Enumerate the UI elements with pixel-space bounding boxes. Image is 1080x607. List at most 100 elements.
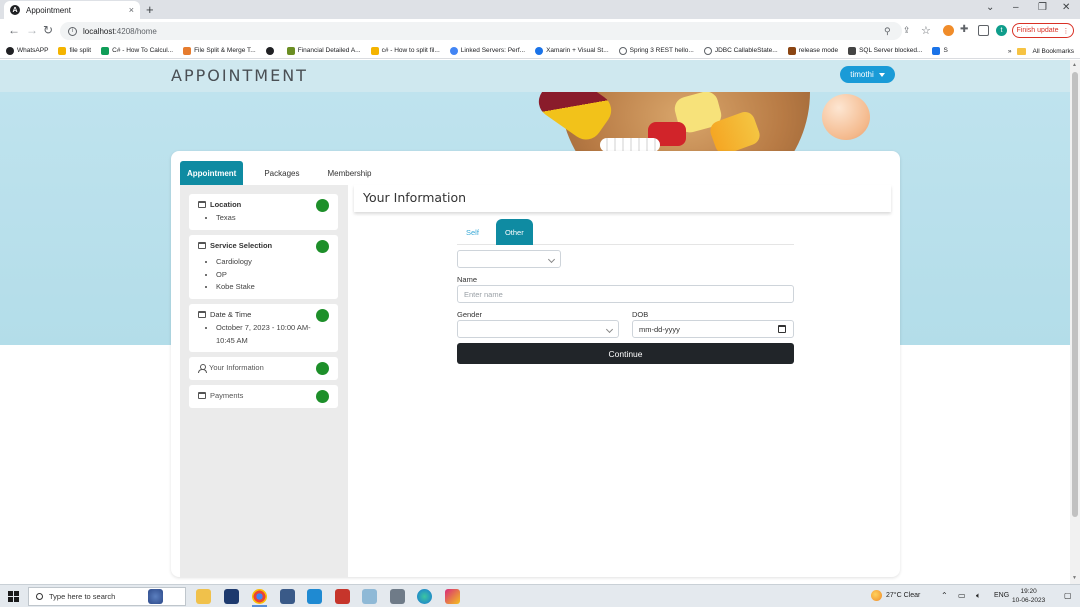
bookmark-item[interactable]: WhatsAPP <box>6 46 48 55</box>
github-icon <box>6 46 14 55</box>
windows-start-icon[interactable] <box>8 591 19 602</box>
dob-input[interactable]: mm-dd-yyyy <box>632 320 794 338</box>
tab-packages[interactable]: Packages <box>257 161 306 185</box>
notifications-icon[interactable]: ▢ <box>1064 591 1072 600</box>
step-title: Service Selection <box>198 241 329 250</box>
calendar-picker-icon[interactable] <box>778 325 786 333</box>
page-viewport: APPOINTMENT timothi Appointment Packages… <box>0 60 1070 584</box>
taskbar-clock[interactable]: 19:20 10-06-2023 <box>1012 587 1045 605</box>
extensions-puzzle-icon[interactable]: ✚ <box>960 24 968 35</box>
vscode-icon[interactable] <box>307 589 322 604</box>
bookmark-item[interactable]: SQL Server blocked... <box>848 46 922 55</box>
side-panel-icon[interactable] <box>978 25 989 36</box>
extension-icon[interactable] <box>943 25 954 36</box>
relation-select[interactable] <box>457 250 561 268</box>
photoshop-icon[interactable] <box>224 589 239 604</box>
step-title: Payments <box>198 391 329 400</box>
file-explorer-icon[interactable] <box>196 589 211 604</box>
share-icon[interactable]: ⇪ <box>903 25 911 36</box>
bookmark-item[interactable]: Xamarin + Visual St... <box>535 46 609 55</box>
browser-tab-appointment[interactable]: A Appointment × <box>4 1 140 19</box>
calendar-icon <box>198 311 206 318</box>
user-name: timothi <box>850 70 874 79</box>
step-date-time[interactable]: Date & Time October 7, 2023 - 10:00 AM-1… <box>189 304 338 352</box>
bookmark-item[interactable]: Spring 3 REST hello... <box>618 46 694 55</box>
restore-window-button[interactable]: ❐ <box>1038 2 1047 13</box>
weather-text[interactable]: 27°C Clear <box>886 592 920 599</box>
close-tab-icon[interactable]: × <box>129 5 134 15</box>
paint-icon[interactable] <box>445 589 460 604</box>
user-menu-button[interactable]: timothi <box>840 66 895 83</box>
bookmark-item[interactable]: C# - How To Calcul... <box>101 46 173 55</box>
browser-tab-title: Appointment <box>26 5 71 15</box>
step-items: Texas <box>198 212 329 225</box>
back-arrow-icon[interactable]: ← <box>8 23 20 37</box>
browser-toolbar: ← → ↻ i localhost:4208/home ⚲ ⇪ ☆ ✚ t Fi… <box>0 19 1080 43</box>
gender-select[interactable] <box>457 320 619 338</box>
bookmark-item[interactable]: File Split & Merge T... <box>183 46 256 55</box>
tab-membership[interactable]: Membership <box>320 161 378 185</box>
bookmark-item[interactable]: Linked Servers: Perf... <box>449 46 525 55</box>
scroll-up-icon[interactable]: ▲ <box>1072 62 1077 68</box>
tab-appointment[interactable]: Appointment <box>180 161 244 185</box>
bookmarks-bar: WhatsAPP file split C# - How To Calcul..… <box>0 43 1080 59</box>
search-highlight-icon[interactable] <box>148 589 163 604</box>
tab-other[interactable]: Other <box>495 219 533 245</box>
name-input[interactable] <box>457 285 794 303</box>
bookmark-item[interactable] <box>265 46 277 55</box>
all-bookmarks-button[interactable]: All Bookmarks <box>1032 48 1074 55</box>
bookmark-item[interactable]: c# - How to split fil... <box>370 46 440 55</box>
calculator-icon[interactable] <box>390 589 405 604</box>
notepad-icon[interactable] <box>362 589 377 604</box>
network-icon[interactable]: ▭ <box>958 591 966 600</box>
tab-self[interactable]: Self <box>457 219 488 245</box>
step-items: Cardiology OP Kobe Stake <box>198 256 329 294</box>
ssms-icon[interactable] <box>280 589 295 604</box>
bookmark-item[interactable]: S <box>932 46 948 55</box>
new-tab-button[interactable]: + <box>146 2 154 17</box>
bookmark-item[interactable]: JDBC CallableState... <box>703 46 778 55</box>
appointment-card: Appointment Packages Membership Location… <box>171 151 900 577</box>
page-scrollbar[interactable]: ▲ ▼ <box>1070 60 1080 584</box>
link-icon <box>618 46 627 55</box>
stackoverflow-icon <box>370 46 379 55</box>
bookmark-item[interactable]: Financial Detailed A... <box>286 46 361 55</box>
bookmark-star-icon[interactable]: ☆ <box>921 24 931 37</box>
step-payments[interactable]: Payments <box>189 385 338 408</box>
minimize-window-button[interactable]: – <box>1013 2 1019 13</box>
app-brand[interactable]: APPOINTMENT <box>171 66 308 85</box>
stackoverflow-icon <box>58 46 67 55</box>
tab-search-icon[interactable]: ⌄ <box>986 2 994 13</box>
bookmark-item[interactable]: release mode <box>787 46 838 55</box>
finish-update-button[interactable]: Finish update ⋮ <box>1012 23 1074 38</box>
scroll-down-icon[interactable]: ▼ <box>1072 575 1077 581</box>
weather-icon[interactable] <box>871 590 882 601</box>
continue-button[interactable]: Continue <box>457 343 794 364</box>
sql-server-icon <box>848 46 857 55</box>
white-pills-image <box>600 138 660 152</box>
site-info-icon[interactable]: i <box>68 26 77 36</box>
step-service-selection[interactable]: Service Selection Cardiology OP Kobe Sta… <box>189 235 338 299</box>
profile-avatar[interactable]: t <box>996 25 1007 36</box>
reload-icon[interactable]: ↻ <box>43 23 53 37</box>
zoom-icon[interactable]: ⚲ <box>884 26 891 37</box>
bookmark-item[interactable]: file split <box>58 46 91 55</box>
close-window-button[interactable]: ✕ <box>1062 2 1070 13</box>
list-item: October 7, 2023 - 10:00 AM-10:45 AM <box>216 322 319 347</box>
xamarin-icon <box>535 46 544 55</box>
folder-icon <box>1017 47 1027 55</box>
step-location[interactable]: Location Texas <box>189 194 338 230</box>
calendar-icon <box>198 242 206 249</box>
filezilla-icon[interactable] <box>335 589 350 604</box>
address-bar[interactable]: i localhost:4208/home ⚲ <box>60 22 902 40</box>
chrome-icon[interactable] <box>252 589 267 604</box>
volume-icon[interactable]: 🔈︎ <box>976 591 981 601</box>
step-your-information[interactable]: Your Information <box>189 357 338 380</box>
edge-icon[interactable] <box>417 589 432 604</box>
show-hidden-icons-icon[interactable]: ⌃ <box>941 591 948 600</box>
forward-arrow-icon[interactable]: → <box>26 23 38 37</box>
wordpress-icon <box>449 46 458 55</box>
scrollbar-thumb[interactable] <box>1072 72 1078 517</box>
bookmarks-overflow-button[interactable]: » <box>1008 48 1012 55</box>
language-indicator[interactable]: ENG <box>994 592 1009 599</box>
